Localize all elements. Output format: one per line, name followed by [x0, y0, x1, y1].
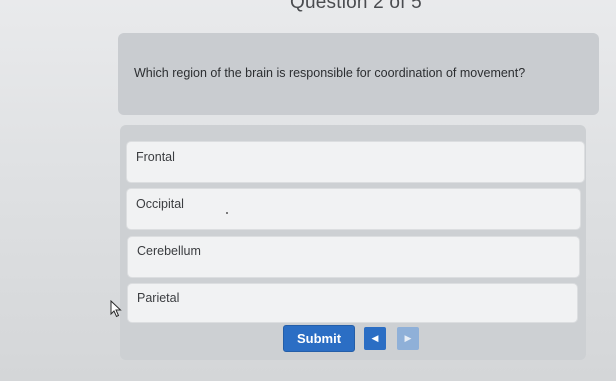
screen-speck — [226, 212, 228, 214]
answer-option-label: Occipital — [136, 197, 184, 211]
answer-option-frontal[interactable]: Frontal — [127, 142, 584, 182]
mouse-pointer-icon — [110, 300, 122, 318]
answer-option-label: Cerebellum — [137, 244, 201, 258]
next-arrow-icon: ▶ — [404, 333, 412, 343]
next-question-button[interactable]: ▶ — [397, 327, 419, 350]
answer-option-cerebellum[interactable]: Cerebellum — [128, 237, 579, 277]
submit-button[interactable]: Submit — [283, 325, 355, 352]
question-counter: Question 2 of 5 — [290, 0, 422, 13]
answer-option-label: Parietal — [137, 291, 180, 305]
question-card: Which region of the brain is responsible… — [118, 33, 599, 115]
answer-option-label: Frontal — [136, 150, 175, 164]
answer-option-occipital[interactable]: Occipital — [127, 189, 580, 229]
question-text: Which region of the brain is responsible… — [134, 66, 526, 80]
answer-option-parietal[interactable]: Parietal — [128, 284, 577, 322]
previous-arrow-icon: ◀ — [371, 333, 379, 343]
previous-question-button[interactable]: ◀ — [364, 327, 386, 350]
